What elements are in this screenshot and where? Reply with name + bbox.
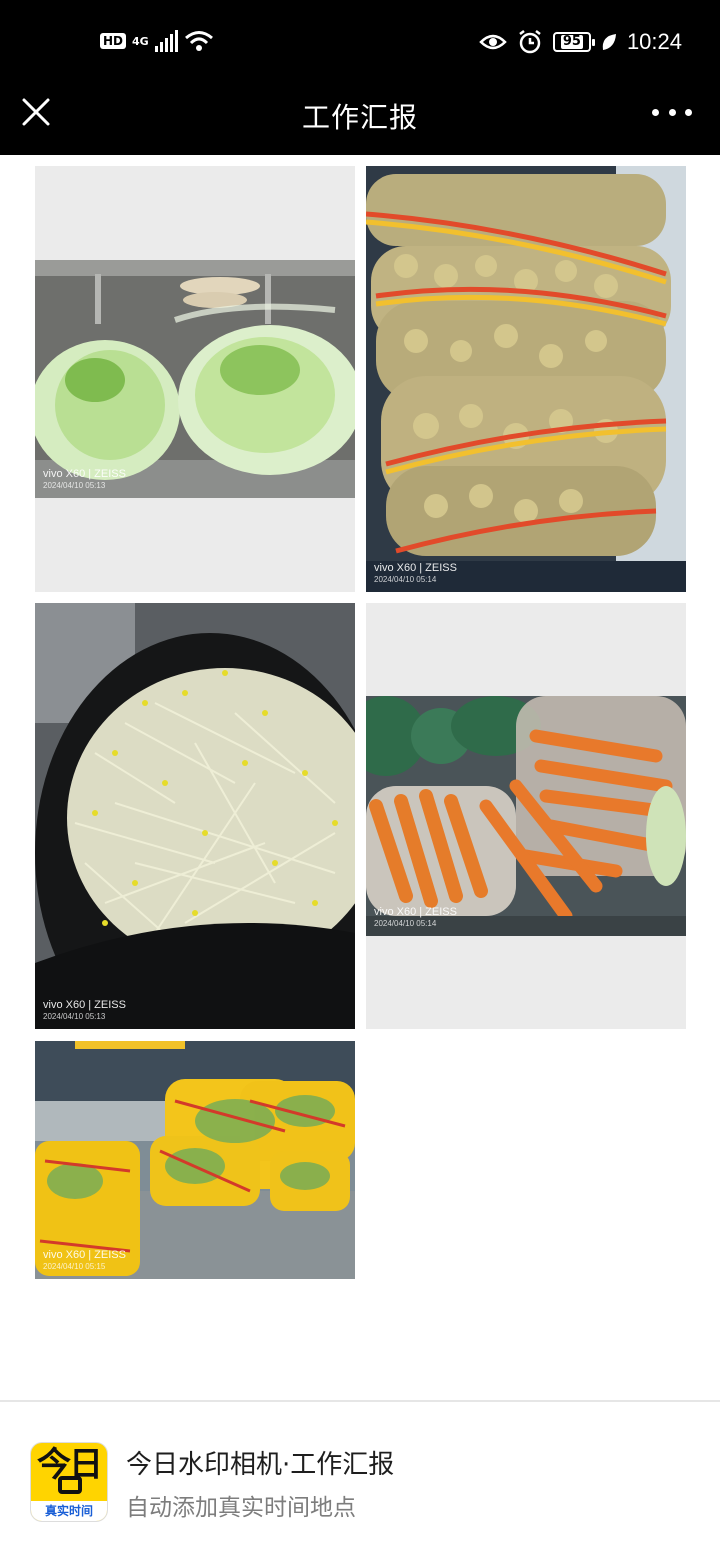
leaf-icon — [602, 34, 616, 50]
title-bar: 工作汇报 — [0, 80, 720, 155]
photo-watermark: vivo X60 | ZEISS 2024/04/10 05:14 — [374, 906, 457, 928]
photo-tile-bean-sprouts[interactable]: vivo X60 | ZEISS 2024/04/10 05:13 — [35, 603, 355, 1029]
status-bar: HD 4G 95 10:24 — [0, 0, 720, 80]
network-type: 4G — [132, 34, 149, 48]
status-right: 95 10:24 — [479, 26, 682, 58]
clock: 10:24 — [626, 29, 682, 54]
photo-watermark: vivo X60 | ZEISS 2024/04/10 05:14 — [374, 562, 457, 584]
alarm-icon — [519, 30, 541, 54]
camera-icon — [58, 1476, 82, 1494]
battery-icon: 95 — [552, 32, 595, 52]
bean-sprouts-photo: vivo X60 | ZEISS 2024/04/10 05:13 — [35, 603, 355, 1029]
bok-choy-photo: vivo X60 | ZEISS 2024/04/10 05:15 — [35, 1041, 355, 1279]
promo-title: 今日水印相机·工作汇报 — [126, 1450, 395, 1480]
photo-tile-bok-choy[interactable]: vivo X60 | ZEISS 2024/04/10 05:15 — [35, 1041, 355, 1279]
carrots-photo: vivo X60 | ZEISS 2024/04/10 05:14 — [366, 696, 686, 936]
eye-icon — [479, 34, 507, 50]
photo-watermark: vivo X60 | ZEISS 2024/04/10 05:13 — [43, 468, 126, 490]
page-title: 工作汇报 — [301, 101, 418, 134]
photo-watermark: vivo X60 | ZEISS 2024/04/10 05:15 — [43, 1249, 126, 1271]
cabbage-photo: vivo X60 | ZEISS 2024/04/10 05:13 — [35, 260, 355, 498]
more-icon — [652, 108, 659, 116]
wifi-icon — [184, 31, 213, 51]
photo-tile-carrots[interactable]: vivo X60 | ZEISS 2024/04/10 05:14 — [366, 603, 686, 1029]
potatoes-photo: vivo X60 | ZEISS 2024/04/10 05:14 — [366, 166, 686, 592]
hd-badge: HD — [100, 33, 127, 49]
app-icon-caption: 真实时间 — [31, 1501, 107, 1521]
photo-tile-potatoes[interactable]: vivo X60 | ZEISS 2024/04/10 05:14 — [366, 166, 686, 592]
battery-level: 95 — [560, 34, 583, 49]
promo-subtitle: 自动添加真实时间地点 — [126, 1495, 356, 1521]
status-left: HD 4G — [100, 26, 214, 56]
app-icon: 今日 真实时间 — [30, 1442, 108, 1522]
photo-watermark: vivo X60 | ZEISS 2024/04/10 05:13 — [43, 999, 126, 1021]
app-promo-banner[interactable]: 今日 真实时间 今日水印相机·工作汇报 自动添加真实时间地点 — [0, 1402, 720, 1560]
more-button[interactable] — [652, 100, 692, 124]
signal-icon — [154, 30, 178, 52]
photo-tile-cabbage[interactable]: vivo X60 | ZEISS 2024/04/10 05:13 — [35, 166, 355, 592]
